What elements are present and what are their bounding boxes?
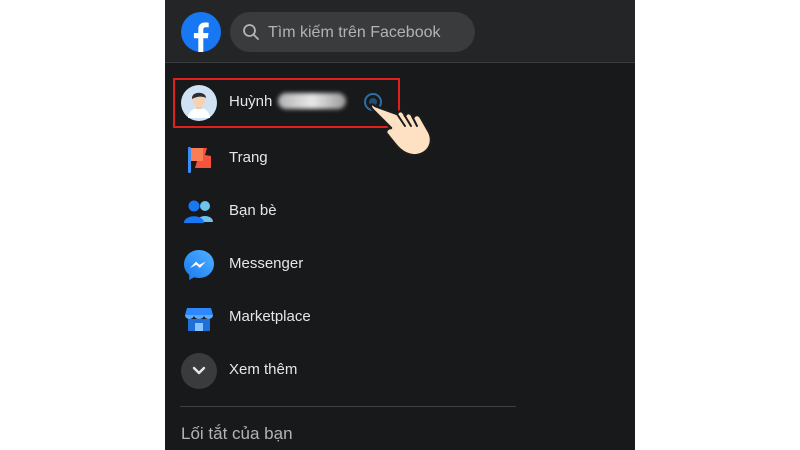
flag-icon	[188, 147, 211, 173]
sidebar-item-messenger[interactable]: Messenger	[175, 243, 475, 287]
sidebar-item-see-more[interactable]: Xem thêm	[175, 349, 475, 393]
sidebar-item-label: Bạn bè	[229, 202, 277, 219]
sidebar-item-label: Marketplace	[229, 308, 311, 325]
sidebar-item-marketplace[interactable]: Marketplace	[175, 296, 475, 340]
sidebar-item-friends[interactable]: Bạn bè	[175, 190, 475, 234]
sidebar-item-label: Trang	[229, 149, 268, 166]
search-input[interactable]	[266, 12, 470, 54]
divider	[180, 406, 516, 407]
sidebar-item-label: Messenger	[229, 255, 304, 272]
friends-icon	[184, 200, 213, 223]
search-box[interactable]	[230, 12, 475, 54]
messenger-icon	[184, 250, 214, 280]
sidebar-item-label: Xem thêm	[229, 361, 298, 378]
top-bar	[165, 0, 635, 63]
facebook-logo-icon[interactable]	[181, 12, 221, 52]
shortcuts-title: Lối tắt của bạn	[181, 424, 293, 443]
search-icon	[243, 24, 259, 40]
marketplace-shop-icon	[185, 308, 213, 331]
pointing-hand-icon	[364, 93, 433, 157]
see-more-circle	[181, 353, 217, 389]
chevron-down-icon	[192, 366, 206, 375]
facebook-left-panel: Huỳnh Trang Bạn bè	[165, 0, 635, 450]
